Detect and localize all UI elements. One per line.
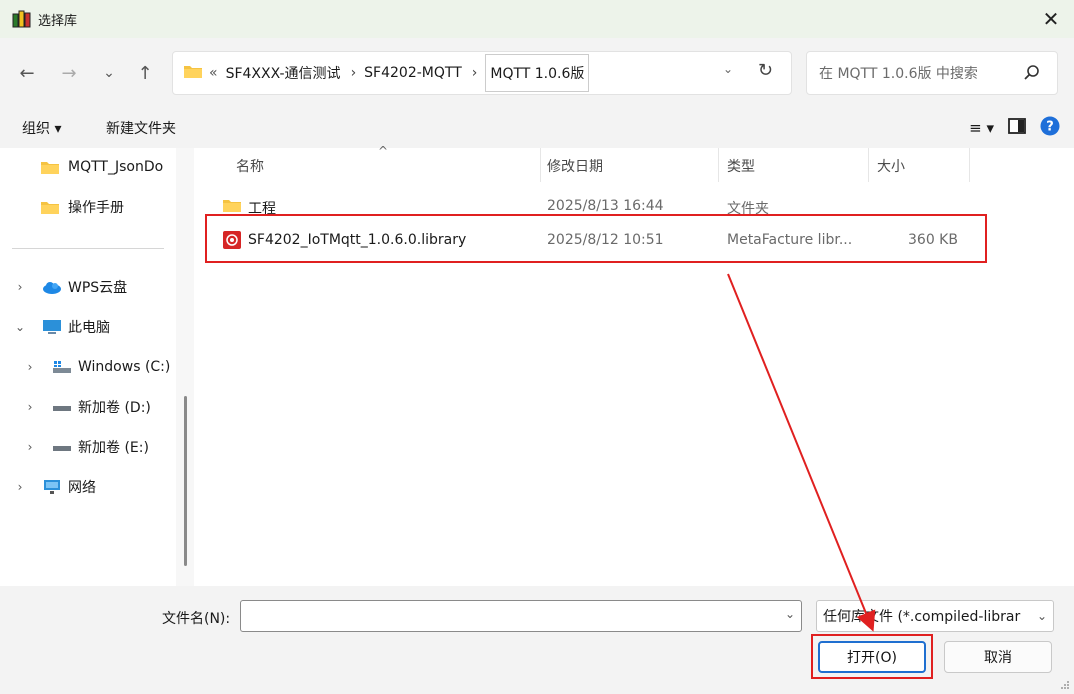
column-header-name[interactable]: 名称 xyxy=(236,156,264,176)
refresh-icon[interactable]: ↻ xyxy=(758,60,773,81)
dialog-footer: 文件名(N): ⌄ 任何库文件 (*.compiled-librar ⌄ 打开(… xyxy=(0,586,1074,694)
sidebar-item-drive-d[interactable]: › 新加卷 (D:) xyxy=(24,392,151,422)
folder-icon xyxy=(41,202,59,214)
sidebar-item-this-pc[interactable]: ⌄ 此电脑 xyxy=(14,312,110,342)
column-header-size[interactable]: 大小 xyxy=(877,156,905,176)
table-row[interactable]: 工程 2025/8/13 16:44 文件夹 xyxy=(194,192,1074,222)
sidebar-item-label: 新加卷 (E:) xyxy=(78,440,149,456)
organize-button[interactable]: 组织 ▾ xyxy=(22,118,61,138)
chevron-right-icon[interactable]: › xyxy=(14,280,26,294)
windows-drive-icon xyxy=(53,361,71,373)
sidebar-item-label: 操作手册 xyxy=(68,200,124,216)
cloud-icon xyxy=(43,282,61,294)
chevron-right-icon[interactable]: › xyxy=(14,480,26,494)
sidebar-item-label: Windows (C:) xyxy=(78,359,171,375)
breadcrumb-item[interactable]: SF4XXX-通信测试 xyxy=(226,63,341,83)
back-arrow-icon[interactable]: ← xyxy=(14,60,40,86)
chevron-down-icon[interactable]: ⌄ xyxy=(785,607,795,621)
folder-icon xyxy=(41,162,59,174)
filename-label: 文件名(N): xyxy=(162,611,231,627)
column-divider[interactable] xyxy=(969,148,970,182)
column-divider[interactable] xyxy=(540,148,541,182)
open-button[interactable]: 打开(O) xyxy=(818,641,926,673)
column-divider[interactable] xyxy=(868,148,869,182)
filename-input[interactable]: ⌄ xyxy=(240,600,802,632)
cancel-button[interactable]: 取消 xyxy=(944,641,1052,673)
sidebar-item-network[interactable]: › 网络 xyxy=(14,472,96,502)
file-list: ^ 名称 修改日期 类型 大小 工程 2025/8/13 16:44 文件夹 S… xyxy=(194,144,1074,586)
navigation-bar: ← → ⌄ ↑ « SF4XXX-通信测试 › SF4202-MQTT › MQ… xyxy=(0,38,1074,108)
command-toolbar: 组织 ▾ 新建文件夹 ≡ ▾ ? xyxy=(0,108,1074,148)
breadcrumb-overflow[interactable]: « xyxy=(209,65,218,81)
folder-icon xyxy=(183,63,203,83)
address-dropdown-icon[interactable]: ⌄ xyxy=(723,62,733,76)
title-bar: 选择库 ✕ xyxy=(0,0,1074,38)
preview-pane-icon[interactable] xyxy=(1008,118,1026,138)
sidebar-item-mqtt-jsondo[interactable]: MQTT_JsonDo xyxy=(40,152,163,182)
file-modified: 2025/8/13 16:44 xyxy=(547,198,664,214)
drive-icon xyxy=(53,446,71,451)
breadcrumb-separator: › xyxy=(471,65,478,81)
sidebar-item-label: 此电脑 xyxy=(68,320,110,336)
file-name: 工程 xyxy=(248,201,276,217)
help-icon[interactable]: ? xyxy=(1040,116,1060,140)
library-file-icon xyxy=(223,231,241,249)
file-type-filter-value: 任何库文件 (*.compiled-librar xyxy=(823,609,1021,625)
file-type-filter[interactable]: 任何库文件 (*.compiled-librar ⌄ xyxy=(816,600,1054,632)
breadcrumb-separator: › xyxy=(350,65,357,81)
recent-locations-icon[interactable]: ⌄ xyxy=(96,60,122,86)
folder-icon xyxy=(223,200,241,212)
column-divider[interactable] xyxy=(718,148,719,182)
file-size: 360 KB xyxy=(908,232,958,248)
window-title: 选择库 xyxy=(38,13,78,29)
sidebar-item-label: MQTT_JsonDo xyxy=(68,159,164,175)
navigation-pane: MQTT_JsonDo 操作手册 › WPS云盘 ⌄ 此电脑 › Windows… xyxy=(0,148,176,586)
column-header-type[interactable]: 类型 xyxy=(727,156,755,176)
sidebar-divider xyxy=(12,248,164,249)
sidebar-item-wps-cloud[interactable]: › WPS云盘 xyxy=(14,272,128,302)
new-folder-button[interactable]: 新建文件夹 xyxy=(106,118,176,138)
close-icon[interactable]: ✕ xyxy=(1038,6,1064,32)
breadcrumb-item[interactable]: SF4202-MQTT xyxy=(364,65,462,81)
sidebar-item-label: 新加卷 (D:) xyxy=(78,400,151,416)
svg-text:?: ? xyxy=(1046,120,1054,135)
address-bar[interactable]: « SF4XXX-通信测试 › SF4202-MQTT › MQTT 1.0.6… xyxy=(172,51,792,95)
file-type: 文件夹 xyxy=(727,201,769,217)
sidebar-scrollbar[interactable] xyxy=(176,148,194,586)
sidebar-item-drive-e[interactable]: › 新加卷 (E:) xyxy=(24,432,149,462)
chevron-right-icon[interactable]: › xyxy=(24,360,36,374)
search-placeholder: 在 MQTT 1.0.6版 中搜索 xyxy=(819,66,978,82)
up-arrow-icon[interactable]: ↑ xyxy=(132,60,158,86)
chevron-right-icon[interactable]: › xyxy=(24,400,36,414)
forward-arrow-icon[interactable]: → xyxy=(56,60,82,86)
chevron-down-icon[interactable]: ⌄ xyxy=(1037,609,1047,623)
view-options-icon[interactable]: ≡ ▾ xyxy=(969,119,994,137)
sidebar-item-label: WPS云盘 xyxy=(68,280,128,296)
file-name: SF4202_IoTMqtt_1.0.6.0.library xyxy=(248,232,467,248)
chevron-down-icon[interactable]: ⌄ xyxy=(14,320,26,334)
drive-icon xyxy=(53,406,71,411)
breadcrumb-current[interactable]: MQTT 1.0.6版 xyxy=(485,54,590,92)
app-books-icon xyxy=(12,9,32,29)
table-row[interactable]: SF4202_IoTMqtt_1.0.6.0.library 2025/8/12… xyxy=(194,226,1074,256)
search-icon[interactable] xyxy=(1023,64,1041,86)
resize-grip-icon[interactable] xyxy=(1060,680,1070,690)
chevron-right-icon[interactable]: › xyxy=(24,440,36,454)
file-type: MetaFacture libr... xyxy=(727,232,853,248)
file-modified: 2025/8/12 10:51 xyxy=(547,232,664,248)
view-controls: ≡ ▾ ? xyxy=(969,116,1060,140)
sidebar-item-manual[interactable]: 操作手册 xyxy=(40,192,124,222)
network-icon xyxy=(44,480,60,494)
column-header-modified[interactable]: 修改日期 xyxy=(547,156,603,176)
pc-icon xyxy=(43,320,61,334)
sort-ascending-icon: ^ xyxy=(378,144,389,158)
sidebar-item-label: 网络 xyxy=(68,480,96,496)
search-input[interactable]: 在 MQTT 1.0.6版 中搜索 xyxy=(806,51,1058,95)
sidebar-item-drive-c[interactable]: › Windows (C:) xyxy=(24,352,171,382)
sidebar-scrollbar-thumb[interactable] xyxy=(184,396,187,566)
